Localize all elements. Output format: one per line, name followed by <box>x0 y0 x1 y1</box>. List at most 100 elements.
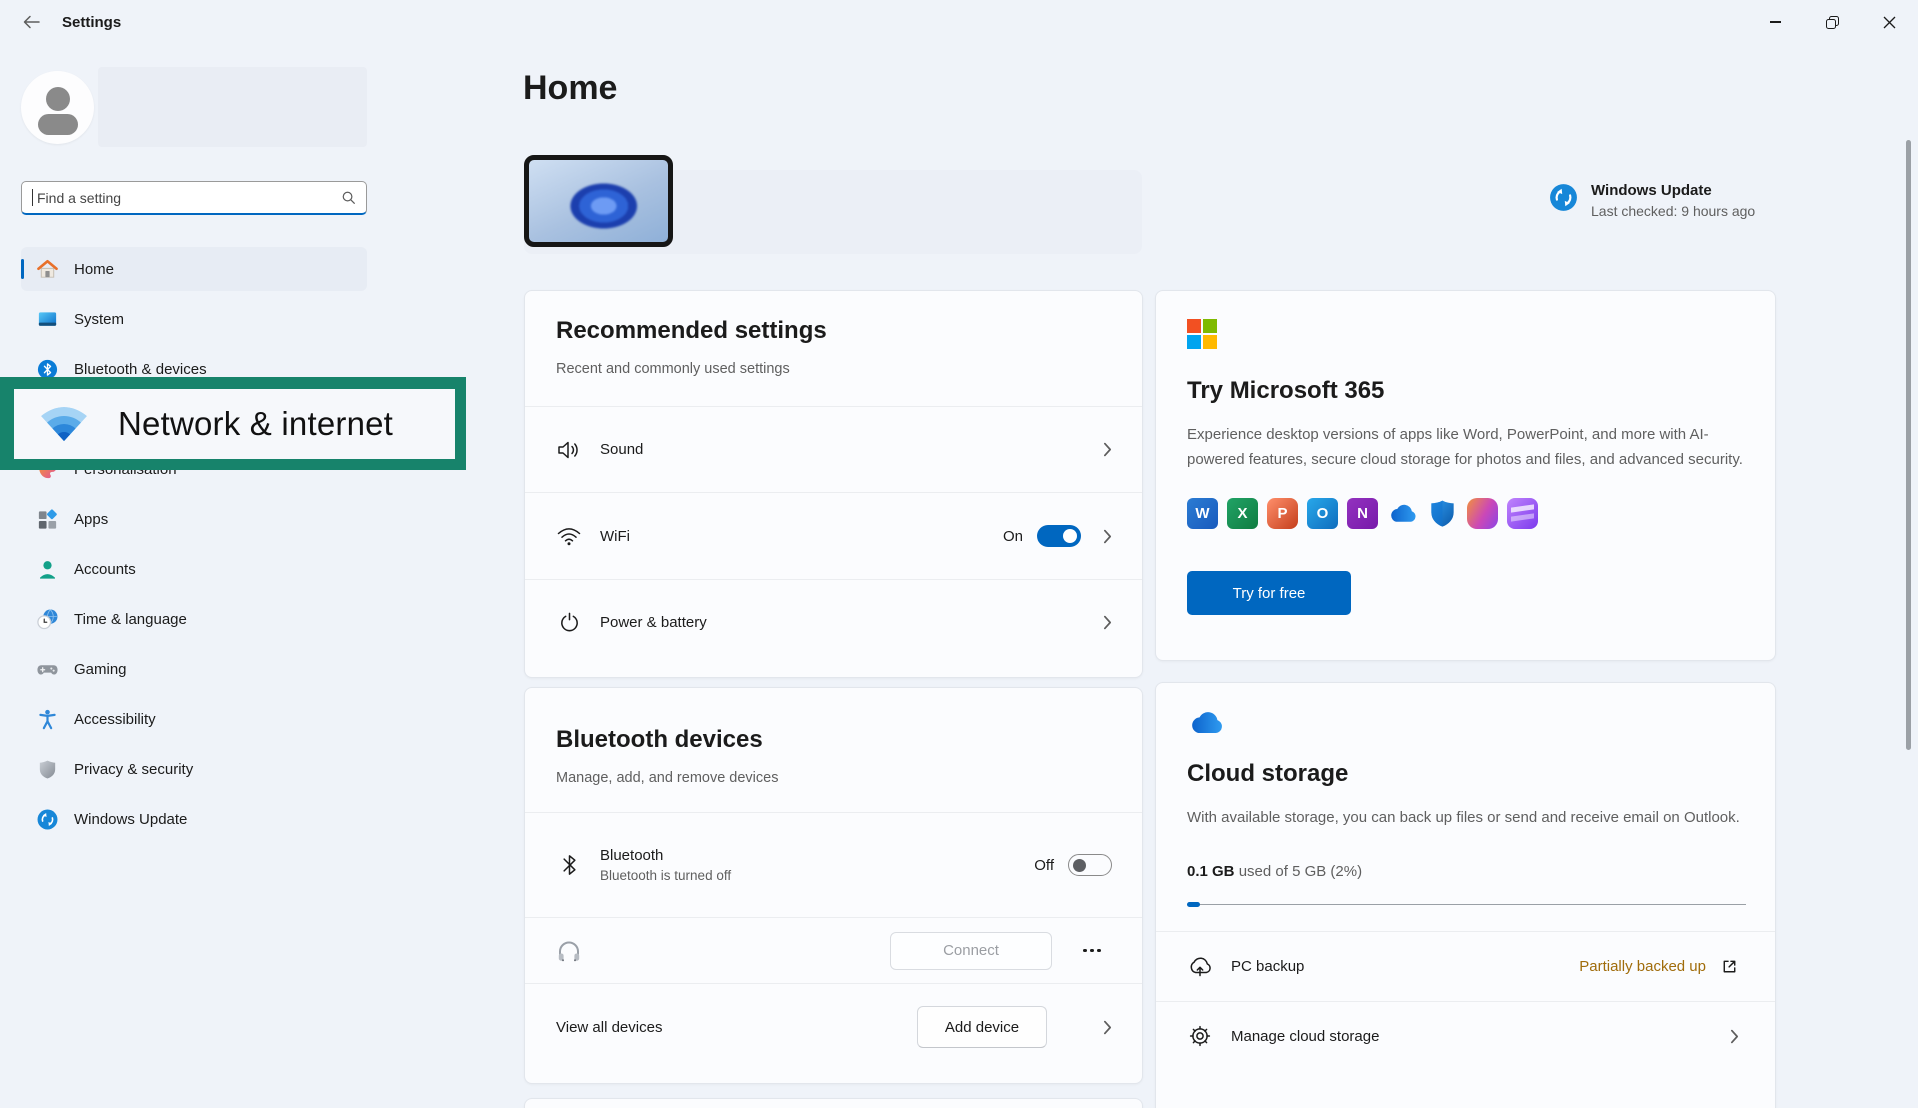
restore-button[interactable] <box>1804 0 1861 44</box>
sidebar-item-windows-update[interactable]: Windows Update <box>21 797 367 841</box>
storage-used-detail: used of 5 GB (2%) <box>1235 863 1363 880</box>
back-button[interactable] <box>16 9 46 35</box>
add-device-button[interactable]: Add device <box>917 1006 1047 1048</box>
avatar[interactable] <box>21 71 94 144</box>
row-label: Sound <box>600 441 643 458</box>
vertical-scrollbar[interactable] <box>1906 140 1911 750</box>
chevron-right-icon <box>1103 615 1112 630</box>
home-icon <box>34 256 60 282</box>
power-icon <box>556 611 582 634</box>
pc-backup-row[interactable]: PC backup Partially backed up <box>1156 931 1775 1001</box>
search-placeholder: Find a setting <box>35 190 341 206</box>
try-for-free-button[interactable]: Try for free <box>1187 571 1351 615</box>
chevron-right-icon <box>1103 529 1112 544</box>
backup-status-badge: Partially backed up <box>1579 958 1706 975</box>
sidebar-item-label: Time & language <box>74 611 187 628</box>
sound-row[interactable]: Sound <box>525 406 1142 492</box>
wallpaper-thumbnail <box>524 155 673 247</box>
sidebar-item-label: Apps <box>74 511 108 528</box>
update-status-title: Windows Update <box>1591 182 1755 199</box>
manage-cloud-storage-row[interactable]: Manage cloud storage <box>1156 1001 1775 1071</box>
outlook-icon: O <box>1307 498 1338 529</box>
card-subtitle: Manage, add, and remove devices <box>556 770 1112 786</box>
app-title: Settings <box>62 14 121 31</box>
wifi-toggle[interactable] <box>1037 525 1081 547</box>
storage-progress-bar <box>1187 902 1746 907</box>
headphones-icon <box>556 939 582 963</box>
account-name-skeleton <box>98 67 367 147</box>
sidebar-item-label: Accounts <box>74 561 136 578</box>
sidebar-item-home[interactable]: Home <box>21 247 367 291</box>
titlebar: Settings <box>0 0 1918 44</box>
wifi-row[interactable]: WiFi On <box>525 492 1142 579</box>
windows-update-status[interactable]: Windows Update Last checked: 9 hours ago <box>1548 182 1755 219</box>
storage-used-value: 0.1 GB <box>1187 863 1235 880</box>
card-title: Recommended settings <box>556 317 1112 345</box>
card-title: Try Microsoft 365 <box>1187 377 1745 405</box>
accessibility-icon <box>34 706 60 732</box>
bluetooth-toggle-row[interactable]: Bluetooth Bluetooth is turned off Off <box>525 812 1142 917</box>
sidebar-item-label: Windows Update <box>74 811 187 828</box>
defender-icon <box>1427 498 1458 529</box>
word-icon: W <box>1187 498 1218 529</box>
sidebar-item-time-language[interactable]: Time & language <box>21 597 367 641</box>
bluetooth-toggle[interactable] <box>1068 854 1112 876</box>
sidebar-item-label: Gaming <box>74 661 127 678</box>
sidebar-item-system[interactable]: System <box>21 297 367 341</box>
card-body: With available storage, you can back up … <box>1187 806 1747 831</box>
sidebar-nav: Home System Bluetooth & devices <box>21 247 367 847</box>
sidebar-item-network-internet-highlighted[interactable]: Network & internet <box>14 389 455 459</box>
copilot-icon <box>1467 498 1498 529</box>
power-battery-row[interactable]: Power & battery <box>525 579 1142 664</box>
sidebar-item-apps[interactable]: Apps <box>21 497 367 541</box>
m365-app-icons: W X P O N <box>1187 498 1745 529</box>
row-label: Bluetooth <box>600 847 731 864</box>
recommended-settings-card: Recommended settings Recent and commonly… <box>524 290 1143 678</box>
wifi-outline-icon <box>556 526 582 546</box>
device-row[interactable]: Connect <box>525 917 1142 983</box>
chevron-right-icon <box>1730 1029 1739 1044</box>
highlight-box: Network & internet <box>0 377 466 470</box>
onenote-icon: N <box>1347 498 1378 529</box>
update-status-subtitle: Last checked: 9 hours ago <box>1591 203 1755 219</box>
wifi-toggle-state: On <box>1003 528 1023 545</box>
restore-icon <box>1826 16 1839 29</box>
highlight-label: Network & internet <box>118 405 393 443</box>
sidebar-item-accessibility[interactable]: Accessibility <box>21 697 367 741</box>
bluetooth-devices-card: Bluetooth devices Manage, add, and remov… <box>524 687 1143 1084</box>
onedrive-cloud-icon <box>1187 711 1745 736</box>
external-link-icon <box>1720 957 1739 976</box>
card-subtitle: Recent and commonly used settings <box>556 361 1112 377</box>
gaming-icon <box>34 656 60 682</box>
row-label: WiFi <box>600 528 630 545</box>
search-icon <box>341 190 356 205</box>
accounts-icon <box>34 556 60 582</box>
text-caret <box>32 189 33 206</box>
minimize-button[interactable] <box>1747 0 1804 44</box>
storage-usage-text: 0.1 GB used of 5 GB (2%) <box>1187 863 1745 880</box>
card-title: Cloud storage <box>1187 760 1745 788</box>
windows-update-icon <box>1548 182 1579 219</box>
sidebar-item-accounts[interactable]: Accounts <box>21 547 367 591</box>
bloom-wallpaper-image <box>546 167 657 242</box>
sidebar-item-label: Accessibility <box>74 711 156 728</box>
apps-icon <box>34 506 60 532</box>
sidebar-item-label: Home <box>74 261 114 278</box>
window-controls <box>1747 0 1918 44</box>
sidebar-item-gaming[interactable]: Gaming <box>21 647 367 691</box>
card-body: Experience desktop versions of apps like… <box>1187 423 1747 472</box>
close-button[interactable] <box>1861 0 1918 44</box>
more-options-icon[interactable] <box>1072 949 1112 953</box>
connect-button[interactable]: Connect <box>890 932 1052 970</box>
gear-icon <box>1187 1024 1213 1048</box>
sidebar-item-privacy-security[interactable]: Privacy & security <box>21 747 367 791</box>
excel-icon: X <box>1227 498 1258 529</box>
next-card-partial <box>524 1098 1143 1108</box>
close-icon <box>1883 16 1896 29</box>
view-all-devices-row[interactable]: View all devices Add device <box>525 983 1142 1070</box>
system-icon <box>34 306 60 332</box>
windows-update-icon <box>34 806 60 832</box>
row-label: Manage cloud storage <box>1231 1028 1379 1045</box>
sidebar-item-label: Bluetooth & devices <box>74 361 207 378</box>
search-input[interactable]: Find a setting <box>21 181 367 215</box>
